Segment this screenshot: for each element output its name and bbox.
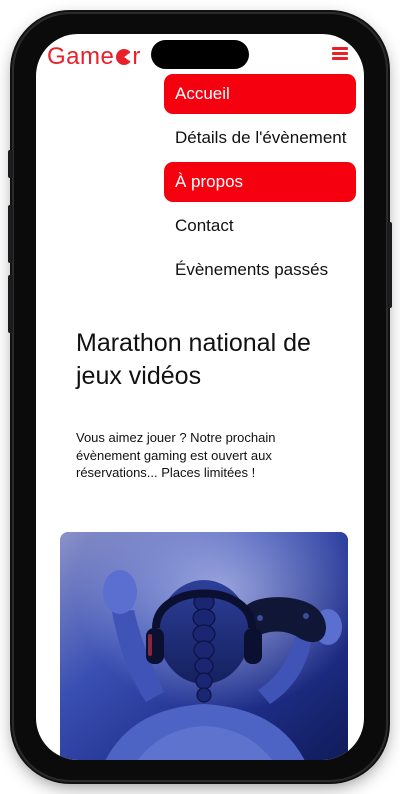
gamer-illustration xyxy=(60,532,348,760)
nav-item-evenements-passes[interactable]: Évènements passés xyxy=(164,250,356,290)
page-title: Marathon national de jeux vidéos xyxy=(76,329,311,390)
hamburger-menu-icon[interactable] xyxy=(332,47,348,61)
nav-item-contact[interactable]: Contact xyxy=(164,206,356,246)
pacman-logo-icon xyxy=(116,49,133,65)
dynamic-island xyxy=(151,40,249,69)
volume-up-button xyxy=(8,205,13,263)
hero-gamer-image xyxy=(60,532,348,760)
nav-item-a-propos[interactable]: À propos xyxy=(164,162,356,202)
volume-down-button xyxy=(8,275,13,333)
nav-item-accueil[interactable]: Accueil xyxy=(164,74,356,114)
action-button xyxy=(8,150,13,178)
hero-description: Vous aimez jouer ? Notre prochain évènem… xyxy=(76,430,276,480)
main-nav-menu: Accueil Détails de l'évènement À propos … xyxy=(164,74,356,294)
site-logo[interactable]: Game r xyxy=(47,43,141,71)
phone-screen: Game r Accueil Détails de l'évènement À p… xyxy=(36,34,364,760)
power-button xyxy=(387,222,392,308)
logo-text: Game xyxy=(47,43,115,70)
nav-item-details[interactable]: Détails de l'évènement xyxy=(164,118,356,158)
logo-suffix: r xyxy=(132,43,141,70)
